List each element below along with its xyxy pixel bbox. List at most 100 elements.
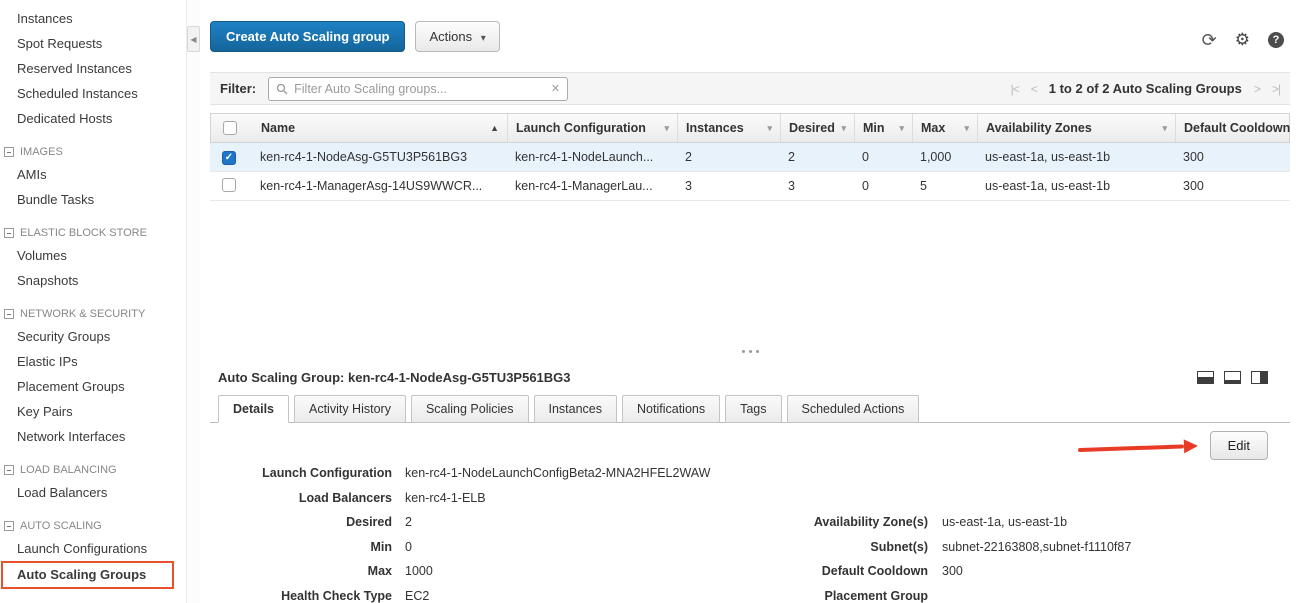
column-header-instances[interactable]: Instances ▾ [678,114,781,142]
sidebar-section-load-balancing[interactable]: LOAD BALANCING [0,460,186,480]
tab-tags[interactable]: Tags [725,395,781,423]
splitter-dot [749,350,752,353]
field-label-default-cooldown: Default Cooldown [765,559,942,584]
filter-bar: Filter: ✕ |< < 1 to 2 of 2 Auto Scaling … [210,72,1290,105]
sidebar-item-key-pairs[interactable]: Key Pairs [0,399,186,424]
column-header-max[interactable]: Max▾ [913,114,978,142]
column-label: Name [261,121,484,135]
column-header-launch-configuration[interactable]: Launch Configuration▾ [508,114,678,142]
column-menu-icon[interactable]: ▾ [964,123,969,134]
table-row[interactable]: ✓ken-rc4-1-NodeAsg-G5TU3P561BG3ken-rc4-1… [210,143,1290,172]
sidebar-item-dedicated-hosts[interactable]: Dedicated Hosts [0,106,186,131]
sidebar-item-elastic-ips[interactable]: Elastic IPs [0,349,186,374]
sidebar-item-placement-groups[interactable]: Placement Groups [0,374,186,399]
filter-input[interactable] [269,78,567,100]
cell-instances: 3 [677,179,780,193]
tab-notifications[interactable]: Notifications [622,395,720,423]
layout-bottom-pane-icon[interactable] [1197,371,1214,384]
create-auto-scaling-group-button[interactable]: Create Auto Scaling group [210,21,405,52]
sidebar-item-volumes[interactable]: Volumes [0,243,186,268]
sidebar-item-spot-requests[interactable]: Spot Requests [0,31,186,56]
sidebar-item-reserved-instances[interactable]: Reserved Instances [0,56,186,81]
sidebar-item-load-balancers[interactable]: Load Balancers [0,480,186,505]
column-menu-icon[interactable]: ▾ [1162,123,1167,134]
column-header-name[interactable]: Name▲ [253,114,508,142]
detail-field-row: Default Cooldown300 [765,559,1131,584]
field-value-availability-zone-s: us-east-1a, us-east-1b [942,510,1067,535]
gear-icon[interactable]: ⚙ [1235,30,1250,50]
sidebar-section-images[interactable]: IMAGES [0,142,186,162]
detail-field-row: Load Balancersken-rc4-1-ELB [220,486,765,511]
column-menu-icon[interactable]: ▾ [767,123,772,134]
column-header-default-cooldown[interactable]: Default Cooldown▾ [1176,114,1298,142]
chevron-down-icon: ▾ [481,33,486,44]
pagination-last-button[interactable]: >| [1272,82,1280,96]
actions-button[interactable]: Actions ▾ [415,21,499,52]
pagination-prev-button[interactable]: < [1031,82,1037,96]
cell-desired: 2 [780,150,854,164]
pane-layout-controls [1197,371,1268,384]
pagination-next-button[interactable]: > [1254,82,1260,96]
field-label-max: Max [220,559,405,584]
tab-scheduled-actions[interactable]: Scheduled Actions [787,395,920,423]
field-value-min: 0 [405,535,412,560]
tab-details[interactable]: Details [218,395,289,423]
sidebar-item-scheduled-instances[interactable]: Scheduled Instances [0,81,186,106]
detail-field-row: Placement Group [765,584,1131,603]
sidebar-nav: InstancesSpot RequestsReserved Instances… [0,6,186,589]
sidebar-section-network-security[interactable]: NETWORK & SECURITY [0,304,186,324]
sidebar-item-network-interfaces[interactable]: Network Interfaces [0,424,186,449]
annotation-arrow-icon [1078,439,1198,457]
sidebar-item-snapshots[interactable]: Snapshots [0,268,186,293]
sidebar-resize-strip[interactable]: ◀ [186,0,200,603]
layout-split-pane-icon[interactable] [1224,371,1241,384]
cell-min: 0 [854,150,912,164]
sidebar-section-auto-scaling[interactable]: AUTO SCALING [0,516,186,536]
column-menu-icon[interactable]: ▾ [899,123,904,134]
help-icon[interactable]: ? [1268,32,1284,48]
column-label: Instances [686,121,761,135]
tab-instances[interactable]: Instances [534,395,618,423]
sidebar-section-label: AUTO SCALING [20,516,102,536]
sidebar-item-security-groups[interactable]: Security Groups [0,324,186,349]
row-checkbox[interactable]: ✓ [222,151,236,165]
sidebar-item-launch-configurations[interactable]: Launch Configurations [0,536,186,561]
toolbar: Create Auto Scaling group Actions ▾ ⟳ ⚙ … [210,0,1290,72]
details-fields: Launch Configurationken-rc4-1-NodeLaunch… [210,461,1290,603]
sidebar-collapse-button[interactable]: ◀ [187,26,200,52]
field-label-desired: Desired [220,510,405,535]
refresh-icon[interactable]: ⟳ [1202,30,1217,51]
tab-scaling-policies[interactable]: Scaling Policies [411,395,529,423]
column-header-desired[interactable]: Desired▾ [781,114,855,142]
field-label-launch-configuration: Launch Configuration [220,461,405,486]
tab-activity-history[interactable]: Activity History [294,395,406,423]
detail-field-row: Min0 [220,535,765,560]
column-menu-icon[interactable]: ▾ [841,123,846,134]
sidebar-section-elastic-block-store[interactable]: ELASTIC BLOCK STORE [0,223,186,243]
column-header-min[interactable]: Min▾ [855,114,913,142]
pane-splitter-handle[interactable] [210,344,1290,358]
sidebar-item-amis[interactable]: AMIs [0,162,186,187]
layout-right-pane-icon[interactable] [1251,371,1268,384]
edit-button[interactable]: Edit [1210,431,1268,460]
sidebar-item-auto-scaling-groups[interactable]: Auto Scaling Groups [1,561,174,589]
collapse-section-icon [4,228,14,238]
table-body: ✓ken-rc4-1-NodeAsg-G5TU3P561BG3ken-rc4-1… [210,143,1290,201]
table-row[interactable]: ken-rc4-1-ManagerAsg-14US9WWCR...ken-rc4… [210,172,1290,201]
select-all-checkbox[interactable] [223,121,237,135]
field-value-default-cooldown: 300 [942,559,963,584]
pagination-first-button[interactable]: |< [1011,82,1019,96]
cell-availability-zones: us-east-1a, us-east-1b [977,150,1175,164]
splitter-dot [756,350,759,353]
row-checkbox[interactable] [222,178,236,192]
field-label-health-check-type: Health Check Type [220,584,405,603]
column-header-availability-zones[interactable]: Availability Zones▾ [978,114,1176,142]
sidebar-item-bundle-tasks[interactable]: Bundle Tasks [0,187,186,212]
sidebar-item-instances[interactable]: Instances [0,6,186,31]
collapse-section-icon [4,147,14,157]
field-label-subnet-s: Subnet(s) [765,535,942,560]
sidebar-section-label: NETWORK & SECURITY [20,304,145,324]
column-menu-icon[interactable]: ▾ [664,123,669,134]
cell-launch-configuration: ken-rc4-1-ManagerLau... [507,179,677,193]
clear-filter-icon[interactable]: ✕ [551,82,560,95]
